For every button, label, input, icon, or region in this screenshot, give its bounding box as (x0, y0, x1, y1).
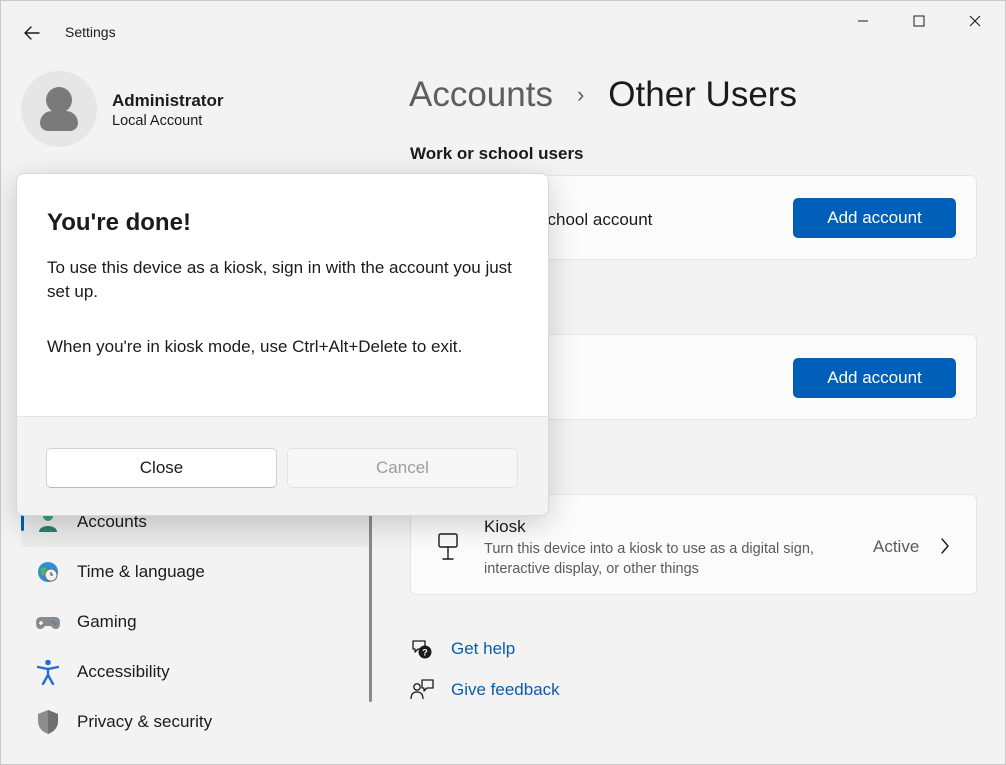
kiosk-description: Turn this device into a kiosk to use as … (484, 541, 814, 577)
sidebar-item-privacy-security[interactable]: Privacy & security (21, 697, 371, 747)
gamepad-icon (35, 609, 61, 635)
card-text: school account (539, 210, 653, 229)
dialog-close-button[interactable]: Close (46, 448, 277, 488)
shield-icon (35, 709, 61, 735)
close-icon (969, 15, 981, 27)
breadcrumb-parent[interactable]: Accounts (409, 75, 553, 115)
app-title: Settings (65, 24, 116, 40)
sidebar-item-time-language[interactable]: Time & language (21, 547, 371, 597)
sidebar-item-accessibility[interactable]: Accessibility (21, 647, 371, 697)
back-arrow-icon (24, 26, 40, 40)
svg-text:?: ? (422, 648, 428, 658)
chevron-right-icon: › (576, 82, 585, 107)
sidebar-item-gaming[interactable]: Gaming (21, 597, 371, 647)
dialog-body: To use this device as a kiosk, sign in w… (47, 256, 527, 390)
feedback-icon (410, 678, 434, 702)
close-window-button[interactable] (947, 1, 1003, 41)
profile-name: Administrator (112, 91, 224, 110)
dialog-title: You're done! (47, 209, 191, 236)
sidebar-item-label: Privacy & security (77, 712, 213, 731)
user-profile[interactable]: Administrator Local Account (21, 71, 351, 149)
get-help-link[interactable]: ? Get help (410, 637, 515, 661)
sidebar-item-label: Gaming (77, 612, 137, 631)
get-help-text: Get help (451, 639, 516, 658)
kiosk-complete-dialog: You're done! To use this device as a kio… (16, 173, 549, 516)
section-title-work-school: Work or school users (410, 144, 584, 163)
selection-indicator (21, 514, 24, 531)
add-other-account-button[interactable]: Add account (793, 358, 956, 398)
sidebar-nav: Accounts Time & language Gaming Accessib… (21, 497, 371, 747)
kiosk-title: Kiosk (484, 517, 526, 536)
minimize-button[interactable] (835, 1, 891, 41)
dialog-message-exit: When you're in kiosk mode, use Ctrl+Alt+… (47, 337, 463, 356)
title-bar: Settings (1, 1, 1005, 63)
help-chat-icon: ? (410, 637, 434, 661)
avatar (21, 71, 97, 147)
accessibility-icon (35, 659, 61, 685)
give-feedback-link[interactable]: Give feedback (410, 678, 560, 702)
minimize-icon (858, 20, 868, 22)
back-button[interactable] (15, 17, 49, 49)
maximize-button[interactable] (891, 1, 947, 41)
dialog-footer: Close Cancel (17, 416, 548, 515)
add-work-account-button[interactable]: Add account (793, 198, 956, 238)
dialog-cancel-button[interactable]: Cancel (287, 448, 518, 488)
sidebar-item-label: Time & language (77, 562, 205, 581)
page-title: Other Users (608, 75, 797, 114)
kiosk-status: Active (873, 537, 920, 556)
sidebar-item-label: Accessibility (77, 662, 170, 681)
profile-account-type: Local Account (112, 113, 203, 129)
settings-window: Settings Administrator Local Account Acc… (0, 0, 1006, 765)
sidebar-scrollbar[interactable] (369, 506, 372, 702)
dialog-message-signin: To use this device as a kiosk, sign in w… (47, 258, 512, 301)
give-feedback-text: Give feedback (451, 680, 560, 699)
breadcrumb: Accounts › Other Users (409, 75, 797, 115)
kiosk-icon (438, 533, 458, 560)
chevron-right-icon (941, 538, 949, 554)
maximize-icon (913, 15, 925, 27)
globe-clock-icon (35, 559, 61, 585)
